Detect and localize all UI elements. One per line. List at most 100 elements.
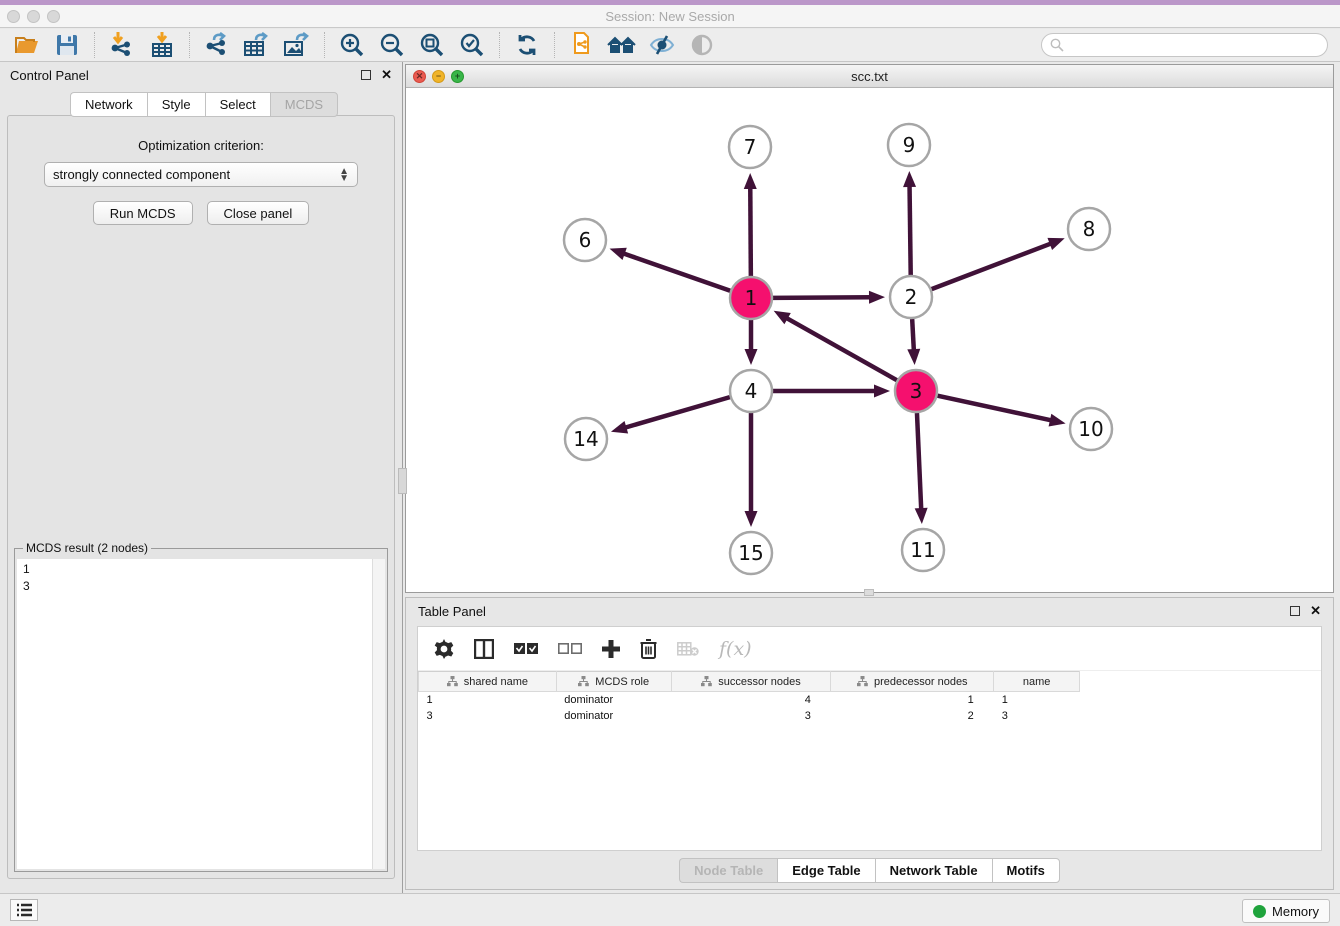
memory-status-icon	[1253, 905, 1266, 918]
control-panel: Control Panel ✕ NetworkStyleSelectMCDS O…	[0, 62, 403, 893]
network-graph-canvas[interactable]: 7 9 6 8 1 2 4 3 14 10 15 11	[406, 88, 1333, 592]
table-float-icon[interactable]	[1290, 606, 1300, 616]
tab-network-table[interactable]: Network Table	[875, 858, 992, 883]
task-history-button[interactable]	[10, 899, 38, 921]
zoom-fit-icon[interactable]	[417, 32, 447, 58]
graph-edge-4-14[interactable]	[623, 397, 729, 428]
graph-edge-2-9[interactable]	[910, 184, 911, 275]
graph-node-11[interactable]: 11	[902, 529, 944, 571]
export-table-icon[interactable]	[242, 32, 272, 58]
graph-node-8[interactable]: 8	[1068, 208, 1110, 250]
graph-node-7[interactable]: 7	[729, 126, 771, 168]
refresh-network-icon[interactable]	[512, 32, 542, 58]
export-network-icon[interactable]	[202, 32, 232, 58]
graph-edge-1-2[interactable]	[773, 297, 872, 298]
graph-node-9[interactable]: 9	[888, 124, 930, 166]
column-type-icon	[701, 676, 712, 687]
show-all-icon[interactable]	[607, 32, 637, 58]
tab-node-table[interactable]: Node Table	[679, 858, 777, 883]
graph-node-15[interactable]: 15	[730, 532, 772, 574]
table-cell[interactable]: 1	[419, 692, 557, 708]
graph-node-2[interactable]: 2	[890, 276, 932, 318]
save-session-icon[interactable]	[52, 32, 82, 58]
deselect-all-icon[interactable]	[558, 643, 582, 655]
graph-edge-3-11[interactable]	[917, 413, 921, 511]
delete-column-icon[interactable]	[640, 639, 657, 659]
graph-edge-2-8[interactable]	[932, 243, 1053, 289]
memory-button[interactable]: Memory	[1242, 899, 1330, 923]
svg-text:6: 6	[579, 228, 592, 252]
select-all-icon[interactable]	[514, 643, 538, 655]
tab-network[interactable]: Network	[70, 92, 147, 117]
import-table-icon[interactable]	[147, 32, 177, 58]
graph-node-4[interactable]: 4	[730, 370, 772, 412]
graph-arrowhead-3-10	[1049, 414, 1066, 427]
clone-network-icon[interactable]	[567, 32, 597, 58]
tab-style[interactable]: Style	[147, 92, 205, 117]
tab-motifs[interactable]: Motifs	[992, 858, 1060, 883]
zoom-out-icon[interactable]	[377, 32, 407, 58]
column-header-successor-nodes[interactable]: successor nodes	[671, 672, 831, 692]
zoom-in-icon[interactable]	[337, 32, 367, 58]
svg-text:9: 9	[903, 133, 916, 157]
graph-node-3[interactable]: 3	[895, 370, 937, 412]
network-resize-handle[interactable]	[864, 589, 874, 596]
table-settings-gear-icon[interactable]	[434, 639, 454, 659]
zoom-selected-icon[interactable]	[457, 32, 487, 58]
svg-text:11: 11	[910, 538, 935, 562]
table-cell[interactable]: 4	[671, 692, 831, 708]
panel-divider-handle[interactable]	[398, 468, 407, 494]
show-hidden-icon[interactable]	[687, 32, 717, 58]
table-cell[interactable]: 3	[671, 708, 831, 724]
function-builder-icon: f(x)	[719, 638, 752, 660]
export-image-icon[interactable]	[282, 32, 312, 58]
svg-text:15: 15	[738, 541, 763, 565]
column-panel-icon[interactable]	[474, 639, 494, 659]
graph-edge-2-3[interactable]	[912, 319, 914, 352]
table-cell[interactable]: dominator	[556, 692, 671, 708]
table-cell[interactable]: dominator	[556, 708, 671, 724]
table-row[interactable]: 3dominator323	[419, 708, 1080, 724]
table-cell[interactable]: 1	[994, 692, 1080, 708]
column-header-MCDS-role[interactable]: MCDS role	[556, 672, 671, 692]
table-close-icon[interactable]: ✕	[1310, 606, 1321, 616]
graph-edge-1-7[interactable]	[750, 186, 751, 276]
criterion-select[interactable]: strongly connected component ▲▼	[44, 162, 358, 187]
close-panel-icon[interactable]: ✕	[381, 70, 392, 80]
float-panel-icon[interactable]	[361, 70, 371, 80]
graph-edge-3-10[interactable]	[937, 396, 1052, 421]
hide-selected-icon[interactable]	[647, 32, 677, 58]
column-header-name[interactable]: name	[994, 672, 1080, 692]
graph-node-10[interactable]: 10	[1070, 408, 1112, 450]
graph-node-1[interactable]: 1	[730, 277, 772, 319]
table-cell[interactable]: 3	[419, 708, 557, 724]
node-table[interactable]: shared nameMCDS rolesuccessor nodesprede…	[418, 671, 1080, 724]
graph-node-14[interactable]: 14	[565, 418, 607, 460]
graph-arrowhead-1-2	[869, 291, 885, 304]
import-network-icon[interactable]	[107, 32, 137, 58]
tab-select[interactable]: Select	[205, 92, 270, 117]
search-input[interactable]	[1041, 33, 1328, 57]
run-mcds-button[interactable]: Run MCDS	[93, 201, 193, 225]
graph-node-6[interactable]: 6	[564, 219, 606, 261]
mcds-result-title: MCDS result (2 nodes)	[23, 541, 151, 555]
graph-edge-3-1[interactable]	[785, 317, 897, 380]
column-header-shared-name[interactable]: shared name	[419, 672, 557, 692]
graph-edge-1-6[interactable]	[622, 253, 730, 291]
network-window-titlebar[interactable]: ✕ − + scc.txt	[406, 65, 1333, 88]
column-header-predecessor-nodes[interactable]: predecessor nodes	[831, 672, 994, 692]
close-panel-button[interactable]: Close panel	[207, 201, 310, 225]
table-panel: Table Panel ✕	[405, 597, 1334, 890]
table-row[interactable]: 1dominator411	[419, 692, 1080, 708]
result-scrollbar[interactable]	[372, 559, 385, 869]
table-cell[interactable]: 2	[831, 708, 994, 724]
add-column-icon[interactable]	[602, 640, 620, 658]
select-stepper-icon: ▲▼	[339, 168, 349, 182]
table-cell[interactable]: 1	[831, 692, 994, 708]
open-session-icon[interactable]	[12, 32, 42, 58]
table-cell[interactable]: 3	[994, 708, 1080, 724]
svg-text:8: 8	[1083, 217, 1096, 241]
mcds-result-area[interactable]: 1 3	[17, 559, 385, 869]
tab-mcds[interactable]: MCDS	[270, 92, 338, 117]
tab-edge-table[interactable]: Edge Table	[777, 858, 874, 883]
